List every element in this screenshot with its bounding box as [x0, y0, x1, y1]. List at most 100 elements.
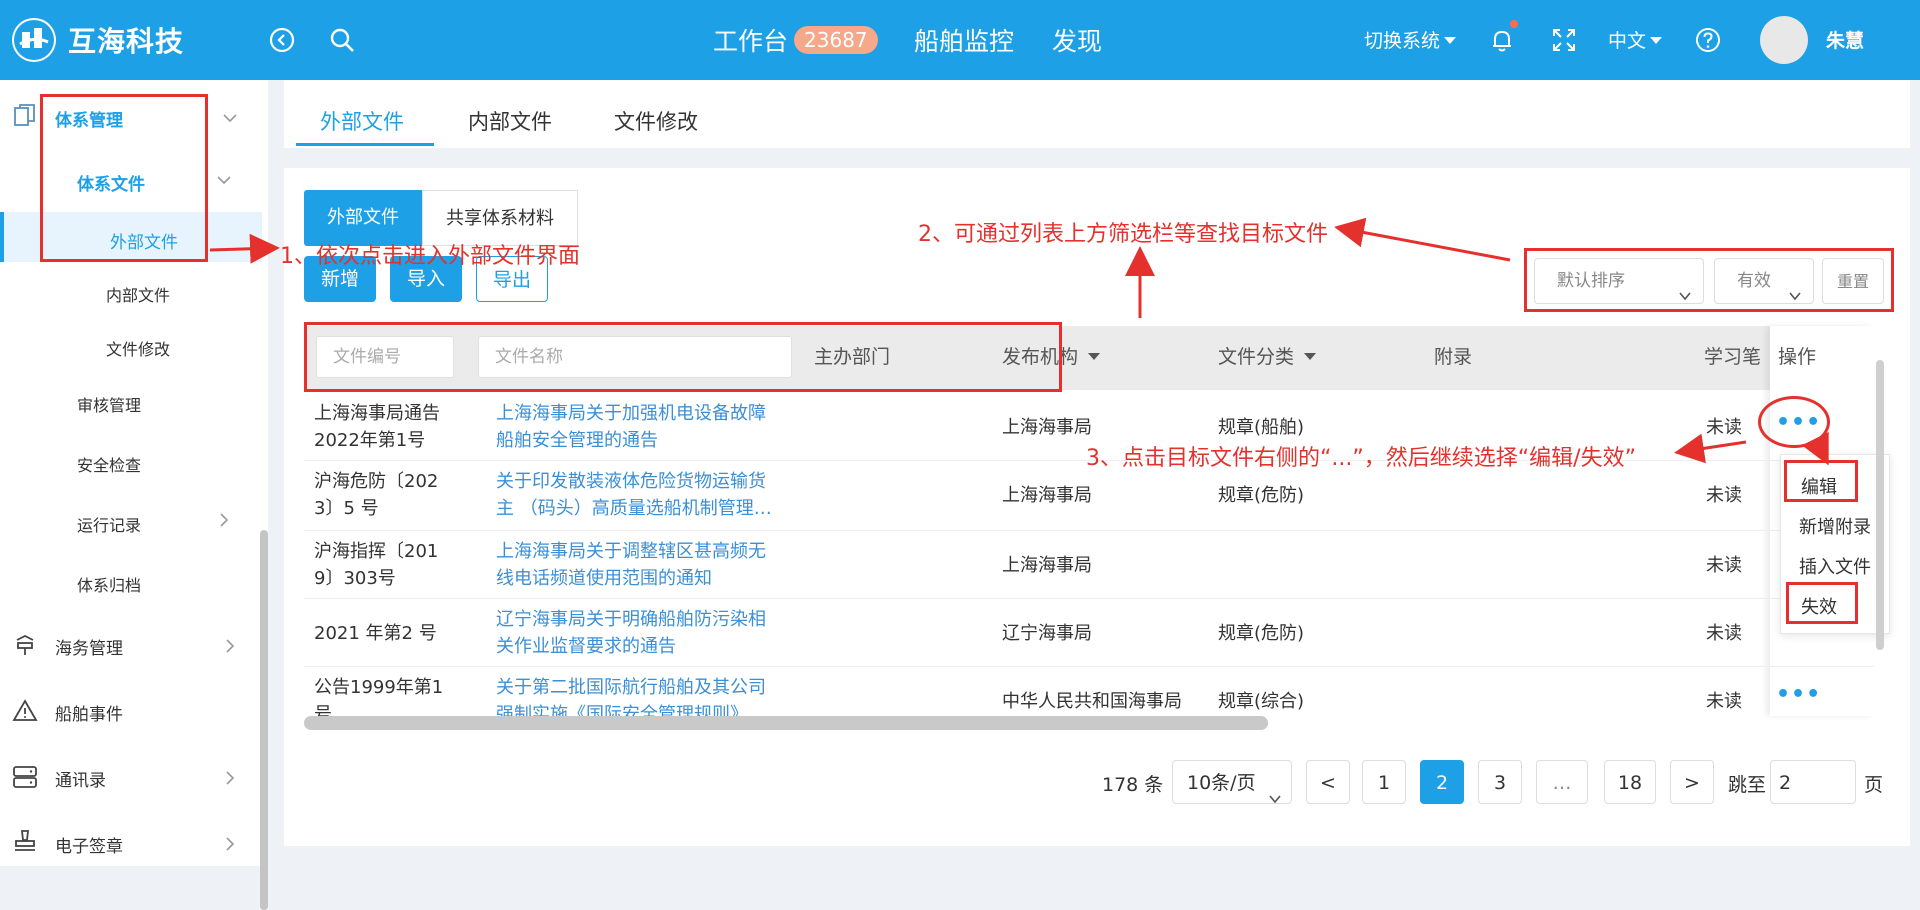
row-issuer: 上海海事局 [1002, 417, 1092, 438]
sidebar-item-audit-mgmt[interactable]: 审核管理 [77, 392, 141, 416]
nav-ship-monitor[interactable]: 船舶监控 [914, 22, 1014, 58]
sidebar-item-contacts[interactable]: 通讯录 [55, 766, 106, 791]
chevron-down-icon [1269, 777, 1281, 821]
sidebar-item-e-seal[interactable]: 电子签章 [55, 832, 123, 857]
chevron-right-icon[interactable] [222, 638, 238, 654]
logo-icon [12, 18, 56, 62]
chevron-down-icon[interactable] [222, 110, 238, 126]
row-study-status: 未读 [1706, 555, 1742, 576]
header-category-label: 文件分类 [1218, 346, 1295, 368]
row-divider [304, 598, 1874, 599]
row-category: 规章(危防) [1218, 485, 1305, 506]
table-horizontal-scrollbar[interactable] [304, 716, 1268, 730]
notification-dot [1510, 20, 1518, 28]
row-issuer: 上海海事局 [1002, 555, 1092, 576]
sidebar-item-system-archive[interactable]: 体系归档 [77, 572, 141, 596]
tab-external[interactable]: 外部文件 [320, 106, 404, 136]
chevron-right-icon[interactable] [222, 836, 238, 852]
caret-down-icon [1650, 37, 1663, 44]
jump-page-input[interactable]: 2 [1770, 760, 1856, 804]
header-category[interactable]: 文件分类 [1218, 342, 1317, 369]
row-file-name-link[interactable]: 上海海事局关于加强机电设备故障 船舶安全管理的通告 [496, 400, 766, 454]
address-book-icon [12, 764, 38, 790]
brand-name: 互海科技 [68, 25, 185, 58]
row-file-name-link[interactable]: 关于印发散装液体危险货物运输货主 （码头）高质量选船机制管理… [496, 468, 772, 522]
page-size-value: 10条/页 [1187, 772, 1256, 794]
table-row[interactable]: 公告1999年第1 号 关于第二批国际航行船舶及其公司 强制实施《国际安全管理规则》… [304, 668, 1874, 716]
page-size-select[interactable]: 10条/页 [1172, 760, 1292, 804]
prev-page-button[interactable]: < [1306, 760, 1350, 804]
username[interactable]: 朱慧 [1826, 26, 1864, 53]
caret-down-icon [1304, 353, 1317, 360]
chevron-down-icon[interactable] [216, 172, 232, 188]
row-category: 规章(船舶) [1218, 417, 1305, 438]
row-category: 规章(危防) [1218, 623, 1305, 644]
document-icon [12, 102, 38, 128]
row-file-name-link[interactable]: 关于第二批国际航行船舶及其公司 强制实施《国际安全管理规则》 [496, 674, 766, 716]
page-ellipsis[interactable]: … [1536, 760, 1588, 804]
row-file-no: 上海海事局通告 2022年第1号 [314, 403, 440, 451]
back-icon[interactable] [268, 26, 296, 54]
annotation-box-invalidate [1786, 582, 1858, 624]
sidebar-item-operation-records[interactable]: 运行记录 [77, 512, 141, 536]
help-icon[interactable] [1694, 26, 1722, 54]
search-icon[interactable] [328, 26, 356, 54]
header-operations: 操作 [1778, 346, 1817, 368]
header-study-notes: 学习笔 [1704, 346, 1762, 368]
annotation-box-selects [1524, 248, 1894, 312]
stamp-icon [12, 828, 38, 854]
page-18-button[interactable]: 18 [1604, 760, 1656, 804]
annotation-circle-more [1758, 396, 1830, 448]
row-issuer: 中华人民共和国海事局 [1002, 691, 1182, 712]
row-category: 规章(综合) [1218, 691, 1305, 712]
row-file-name-link[interactable]: 上海海事局关于调整辖区甚高频无 线电话频道使用范围的通知 [496, 538, 766, 592]
sidebar-item-safety-check[interactable]: 安全检查 [77, 452, 141, 476]
sidebar-scrollbar[interactable] [260, 530, 268, 910]
nav-workbench-label: 工作台 [713, 27, 789, 56]
jump-label: 跳至 [1728, 774, 1767, 796]
menu-add-appendix[interactable]: 新增附录 [1799, 513, 1871, 539]
menu-insert-file[interactable]: 插入文件 [1799, 553, 1871, 579]
row-issuer: 上海海事局 [1002, 485, 1092, 506]
chevron-right-icon[interactable] [216, 512, 232, 528]
table-vertical-scrollbar[interactable] [1876, 360, 1884, 650]
sidebar-item-file-revision[interactable]: 文件修改 [106, 336, 170, 360]
page-3-button[interactable]: 3 [1478, 760, 1522, 804]
switch-system-dropdown[interactable]: 切换系统 [1364, 26, 1457, 53]
active-tab-indicator [296, 143, 434, 146]
page-2-button[interactable]: 2 [1420, 760, 1464, 804]
annotation-step1: 1、依次点击进入外部文件界面 [280, 244, 580, 269]
row-file-no: 沪海指挥〔201 9〕303号 [314, 541, 439, 589]
language-dropdown[interactable]: 中文 [1608, 26, 1663, 53]
annotation-step2: 2、可通过列表上方筛选栏等查找目标文件 [918, 222, 1328, 247]
row-study-status: 未读 [1706, 623, 1742, 644]
fullscreen-icon[interactable] [1550, 26, 1578, 54]
nav-discover[interactable]: 发现 [1052, 22, 1102, 58]
nav-workbench[interactable]: 工作台 23687 [713, 22, 878, 58]
tabs-bar: 外部文件 内部文件 文件修改 [284, 80, 1910, 148]
row-file-name-link[interactable]: 辽宁海事局关于明确船舶防污染相 关作业监督要求的通告 [496, 606, 766, 660]
annotation-box-sidebar [40, 94, 208, 262]
sidebar-item-ship-events[interactable]: 船舶事件 [55, 700, 123, 725]
avatar[interactable] [1760, 16, 1808, 64]
page-unit-label: 页 [1864, 774, 1884, 796]
page-1-button[interactable]: 1 [1362, 760, 1406, 804]
tab-internal[interactable]: 内部文件 [468, 106, 552, 136]
next-page-button[interactable]: > [1670, 760, 1714, 804]
more-options-button[interactable]: ••• [1776, 682, 1821, 707]
annotation-step3: 3、点击目标文件右侧的“...”，然后继续选择“编辑/失效” [1086, 446, 1636, 471]
chevron-right-icon[interactable] [222, 770, 238, 786]
sidebar-item-maritime-mgmt[interactable]: 海务管理 [55, 634, 123, 659]
row-study-status: 未读 [1706, 485, 1742, 506]
total-count: 178 条 [1102, 774, 1164, 796]
annotation-box-filters [304, 322, 1062, 392]
caret-down-icon [1444, 37, 1457, 44]
bell-icon[interactable] [1488, 26, 1516, 54]
row-divider [304, 530, 1874, 531]
sidebar-item-internal-files[interactable]: 内部文件 [106, 282, 170, 306]
caret-down-icon [1088, 353, 1101, 360]
switch-system-label: 切换系统 [1364, 30, 1441, 52]
language-label: 中文 [1608, 30, 1647, 52]
tab-revision[interactable]: 文件修改 [614, 106, 698, 136]
warning-icon [12, 698, 38, 724]
